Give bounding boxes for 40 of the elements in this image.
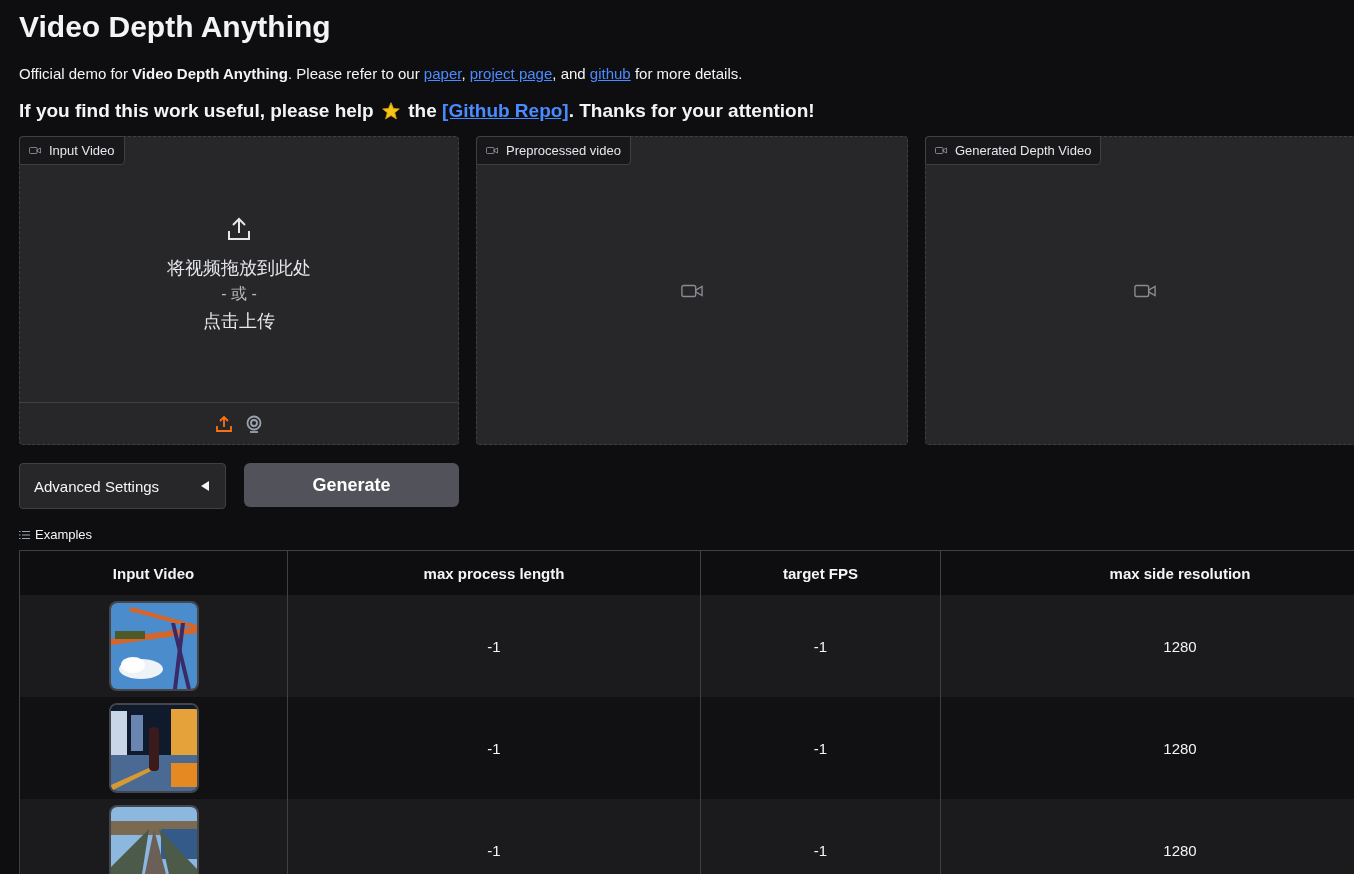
video-upload-area[interactable]: Input Video 将视频拖放到此处 - 或 - 点击上传: [19, 136, 459, 445]
table-cell: 1280: [940, 697, 1354, 799]
advanced-settings-toggle[interactable]: Advanced Settings: [19, 463, 226, 509]
panel-label: Preprocessed video: [476, 136, 631, 165]
generate-button[interactable]: Generate: [244, 463, 459, 507]
link[interactable]: paper: [423, 65, 462, 82]
panel-label: Input Video: [19, 136, 125, 165]
column-header: Input Video: [19, 550, 288, 595]
video-camera-icon: [935, 146, 947, 155]
column-header: target FPS: [700, 550, 941, 595]
video-camera-icon: [681, 282, 703, 299]
table-cell: -1: [287, 595, 701, 697]
or-separator: - 或 -: [221, 284, 257, 304]
column-header: max process length: [287, 550, 701, 595]
upload-icon[interactable]: [215, 414, 233, 433]
video-camera-icon: [486, 146, 498, 155]
table-cell: -1: [700, 595, 941, 697]
link[interactable]: project page: [469, 65, 553, 82]
upload-icon: [226, 216, 252, 242]
webcam-icon[interactable]: [245, 414, 263, 433]
list-icon: [19, 529, 30, 540]
video-camera-icon: [1134, 282, 1156, 299]
video-camera-icon: [29, 146, 41, 155]
drop-hint: 将视频拖放到此处: [167, 257, 311, 280]
column-header: max side resolution: [940, 550, 1354, 595]
table-cell: -1: [287, 799, 701, 874]
link[interactable]: github: [589, 65, 631, 82]
page-title: Video Depth Anything: [19, 9, 332, 45]
table-cell: -1: [700, 799, 941, 874]
star-icon: [381, 101, 401, 121]
table-cell: -1: [700, 697, 941, 799]
call-to-action-text: If you find this work useful, please help the [Github Repo]. Thanks for your attention!: [19, 98, 1354, 124]
table-cell: -1: [287, 697, 701, 799]
panel-label: Generated Depth Video: [925, 136, 1102, 165]
upload-hint: 点击上传: [203, 310, 275, 333]
link[interactable]: [Github Repo]: [442, 98, 569, 124]
table-cell: 1280: [940, 799, 1354, 874]
examples-label: Examples: [35, 527, 93, 542]
intro-text: Official demo for Video Depth Anything. Please refer to our paper, project page, and github for more details.: [19, 64, 744, 84]
table-cell: 1280: [940, 595, 1354, 697]
